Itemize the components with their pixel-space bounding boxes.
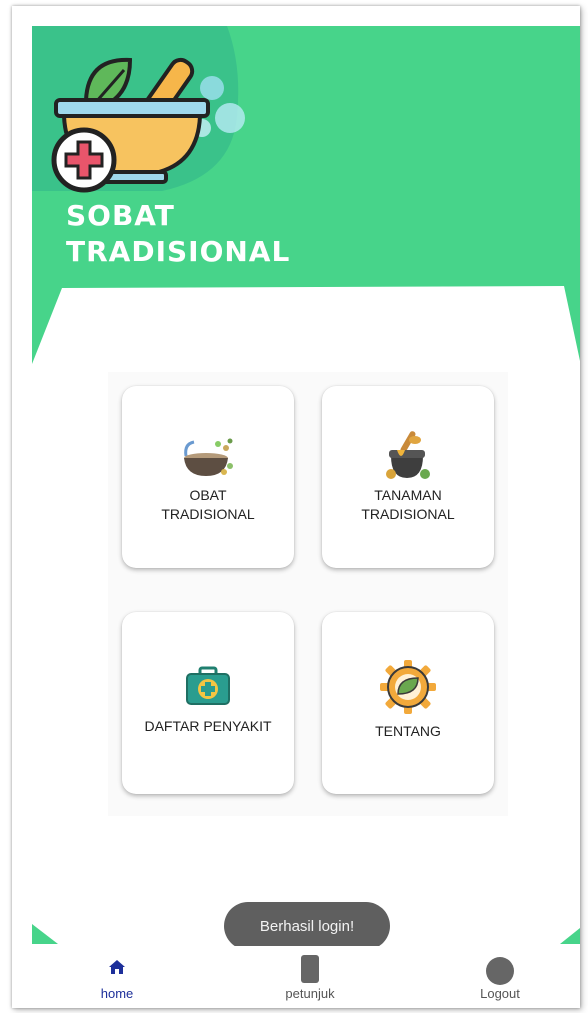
circle-icon bbox=[486, 957, 514, 985]
app-screen: SOBAT TRADISIONAL OBAT TRADISIONAL TANAM… bbox=[12, 6, 580, 1008]
card-label: DAFTAR PENYAKIT bbox=[144, 718, 272, 734]
mortar-herbs-icon bbox=[184, 438, 233, 476]
card-label: TENTANG bbox=[375, 723, 441, 739]
nav-logout[interactable]: Logout bbox=[435, 946, 565, 1008]
menu-card-daftar-penyakit[interactable]: DAFTAR PENYAKIT bbox=[122, 612, 294, 794]
honey-pot-icon bbox=[386, 431, 430, 479]
app-title: SOBAT TRADISIONAL bbox=[66, 198, 290, 270]
phone-icon bbox=[301, 955, 319, 983]
bottom-navigation: home petunjuk Logout bbox=[12, 946, 580, 1008]
nav-label-petunjuk: petunjuk bbox=[285, 986, 335, 1001]
menu-card-obat-tradisional[interactable]: OBAT TRADISIONAL bbox=[122, 386, 294, 568]
card-label: TANAMAN TRADISIONAL bbox=[361, 487, 455, 522]
nav-petunjuk[interactable]: petunjuk bbox=[245, 946, 375, 1008]
app-title-line2: TRADISIONAL bbox=[66, 235, 291, 268]
mortar-pestle-logo bbox=[51, 57, 245, 193]
menu-card-tentang[interactable]: TENTANG bbox=[322, 612, 494, 794]
nav-home[interactable]: home bbox=[52, 946, 182, 1008]
nav-label-home: home bbox=[100, 986, 134, 1001]
first-aid-kit-icon bbox=[186, 666, 230, 705]
menu-grid: OBAT TRADISIONAL TANAMAN TRADISIONAL DAF… bbox=[108, 372, 508, 816]
nav-label-logout: Logout bbox=[480, 986, 520, 1001]
app-title-line1: SOBAT bbox=[66, 199, 175, 232]
home-icon bbox=[109, 960, 125, 974]
menu-card-tanaman-tradisional[interactable]: TANAMAN TRADISIONAL bbox=[322, 386, 494, 568]
card-label: OBAT TRADISIONAL bbox=[161, 487, 255, 522]
gear-leaf-icon bbox=[380, 660, 436, 714]
toast-message: Berhasil login! bbox=[224, 902, 390, 950]
